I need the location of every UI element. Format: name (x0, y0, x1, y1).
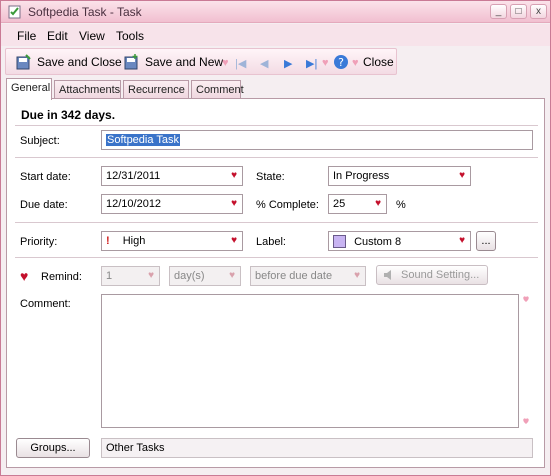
title-bar[interactable]: Softpedia Task - Task _ □ x (1, 1, 550, 23)
start-date-value: 12/31/2011 (106, 170, 161, 182)
window-title: Softpedia Task - Task (28, 5, 142, 19)
sound-setting-button[interactable]: Sound Setting... (376, 265, 488, 285)
label-value: Custom 8 (354, 236, 402, 248)
remind-when-select[interactable]: before due date ♥ (250, 266, 366, 286)
tab-recurrence[interactable]: Recurrence (123, 80, 189, 99)
dropdown-heart-icon[interactable]: ♥ (231, 198, 237, 209)
svg-text:?: ? (338, 56, 344, 69)
close-button[interactable]: Close (363, 55, 394, 69)
divider (15, 157, 538, 158)
comment-scrollbar[interactable] (519, 294, 533, 428)
start-date-picker[interactable]: 12/31/2011 ♥ (101, 166, 243, 186)
separator-heart-icon: ♥ (352, 57, 359, 69)
label-color-swatch (333, 235, 346, 248)
dropdown-heart-icon[interactable]: ♥ (231, 170, 237, 181)
minimize-button[interactable]: _ (490, 4, 507, 19)
separator-heart-icon: ♥ (322, 57, 329, 69)
complete-value: 25 (333, 198, 346, 210)
state-label: State: (256, 171, 285, 183)
comment-label: Comment: (20, 298, 71, 310)
comment-textarea[interactable] (101, 294, 519, 428)
complete-label: % Complete: (256, 199, 319, 211)
last-item-icon[interactable]: ▶| (306, 57, 317, 70)
percent-unit: % (396, 199, 406, 211)
save-new-icon (124, 54, 138, 70)
task-window: Softpedia Task - Task _ □ x File Edit Vi… (0, 0, 551, 476)
save-close-icon (16, 54, 31, 70)
remind-label: Remind: (41, 271, 82, 283)
state-select[interactable]: In Progress ♥ (328, 166, 471, 186)
divider (15, 125, 538, 126)
due-status: Due in 342 days. (21, 108, 116, 122)
toolbar: Save and Close Save and New ♥ |◀ ◀ ▶ ▶| … (5, 48, 397, 75)
subject-label: Subject: (20, 135, 60, 147)
subject-value: Softpedia Task (106, 134, 180, 146)
label-more-button[interactable]: ... (476, 231, 496, 251)
high-priority-icon: ! (106, 235, 110, 247)
remind-unit-value: day(s) (174, 270, 205, 282)
maximize-button[interactable]: □ (510, 4, 527, 19)
next-item-icon[interactable]: ▶ (284, 57, 292, 70)
help-icon[interactable]: ? (333, 54, 349, 70)
remind-heart-icon[interactable]: ♥ (20, 268, 28, 284)
priority-value: High (122, 235, 146, 247)
dropdown-heart-icon[interactable]: ♥ (354, 270, 360, 281)
menu-view[interactable]: View (79, 29, 105, 43)
tab-attachments[interactable]: Attachments (54, 80, 121, 99)
menu-bar: File Edit View Tools (1, 24, 550, 46)
dropdown-heart-icon[interactable]: ♥ (459, 170, 465, 181)
groups-button[interactable]: Groups... (16, 438, 90, 458)
menu-edit[interactable]: Edit (47, 29, 68, 43)
dropdown-heart-icon[interactable]: ♥ (375, 198, 381, 209)
save-new-button[interactable]: Save and New (145, 55, 223, 69)
remind-amount-select[interactable]: 1 ♥ (101, 266, 160, 286)
dropdown-heart-icon[interactable]: ♥ (459, 235, 465, 246)
priority-select[interactable]: ! High ♥ (101, 231, 243, 251)
label-label: Label: (256, 236, 286, 248)
first-item-icon[interactable]: |◀ (235, 57, 246, 70)
menu-file[interactable]: File (17, 29, 36, 43)
priority-label: Priority: (20, 236, 58, 248)
subject-input[interactable]: Softpedia Task (101, 130, 533, 150)
due-date-value: 12/10/2012 (106, 198, 162, 210)
label-select[interactable]: Custom 8 ♥ (328, 231, 471, 251)
speaker-icon (384, 270, 391, 280)
due-date-picker[interactable]: 12/10/2012 ♥ (101, 194, 243, 214)
remind-unit-select[interactable]: day(s) ♥ (169, 266, 241, 286)
dropdown-heart-icon[interactable]: ♥ (229, 270, 235, 281)
separator-heart-icon: ♥ (222, 57, 229, 69)
close-window-button[interactable]: x (530, 4, 547, 19)
tab-general[interactable]: General (6, 78, 52, 100)
groups-field: Other Tasks (101, 438, 533, 458)
remind-when-value: before due date (255, 270, 333, 282)
start-date-label: Start date: (20, 171, 71, 183)
dropdown-heart-icon[interactable]: ♥ (231, 235, 237, 246)
state-value: In Progress (333, 170, 390, 182)
previous-item-icon[interactable]: ◀ (260, 57, 268, 70)
dropdown-heart-icon[interactable]: ♥ (148, 270, 154, 281)
remind-amount-value: 1 (106, 270, 113, 282)
divider (15, 257, 538, 258)
tab-comment[interactable]: Comment (191, 80, 244, 99)
task-app-icon (8, 5, 21, 19)
general-panel: Due in 342 days. Subject: Softpedia Task… (6, 98, 545, 468)
due-date-label: Due date: (20, 199, 68, 211)
complete-select[interactable]: 25 ♥ (328, 194, 387, 214)
sound-setting-label: Sound Setting... (401, 269, 480, 281)
menu-tools[interactable]: Tools (116, 29, 144, 43)
save-close-button[interactable]: Save and Close (37, 55, 122, 69)
divider (15, 222, 538, 223)
